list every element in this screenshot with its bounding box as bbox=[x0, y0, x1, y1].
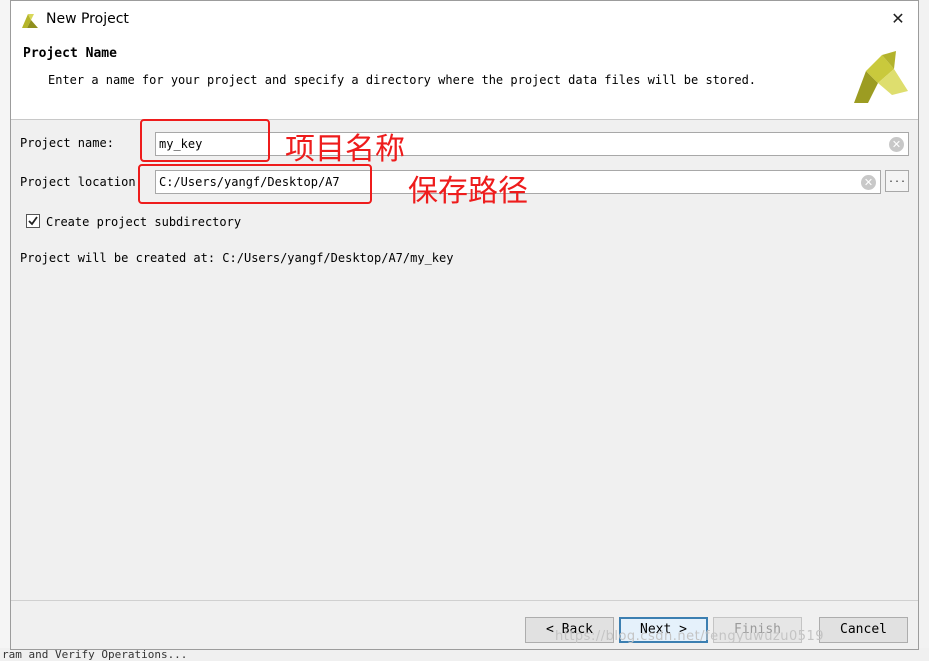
project-name-annotation: 项目名称 bbox=[285, 132, 405, 167]
browse-button[interactable]: ... bbox=[885, 170, 909, 192]
new-project-dialog: New Project ✕ Project Name Enter a name … bbox=[10, 0, 919, 650]
vivado-logo-icon bbox=[22, 14, 38, 28]
footer-divider bbox=[11, 600, 918, 601]
clear-icon[interactable]: ✕ bbox=[889, 137, 904, 152]
close-icon: ✕ bbox=[891, 9, 905, 28]
page-title: Project Name bbox=[23, 46, 117, 61]
project-location-label: Project location: bbox=[20, 175, 143, 189]
cancel-button[interactable]: Cancel bbox=[819, 617, 908, 643]
dialog-titlebar: New Project ✕ bbox=[11, 1, 918, 39]
close-button[interactable]: ✕ bbox=[888, 9, 908, 29]
created-at-text: Project will be created at: C:/Users/yan… bbox=[20, 251, 454, 265]
project-location-highlight bbox=[138, 164, 372, 204]
clear-icon[interactable]: ✕ bbox=[861, 175, 876, 190]
checkmark-icon bbox=[28, 216, 38, 226]
create-subdirectory-checkbox[interactable] bbox=[26, 214, 40, 228]
watermark: https://blog.csdn.net/fengyuwuzu0519 bbox=[555, 629, 825, 644]
background-app-right bbox=[919, 0, 929, 661]
browse-icon: ... bbox=[887, 174, 907, 185]
create-subdirectory-label[interactable]: Create project subdirectory bbox=[46, 215, 241, 229]
window-title: New Project bbox=[46, 11, 129, 27]
vivado-logo-icon bbox=[854, 51, 908, 103]
project-location-annotation: 保存路径 bbox=[408, 174, 528, 209]
project-name-highlight bbox=[140, 119, 270, 162]
project-name-label: Project name: bbox=[20, 136, 114, 150]
page-description: Enter a name for your project and specif… bbox=[48, 73, 757, 87]
wizard-header: Project Name Enter a name for your proje… bbox=[11, 39, 918, 120]
